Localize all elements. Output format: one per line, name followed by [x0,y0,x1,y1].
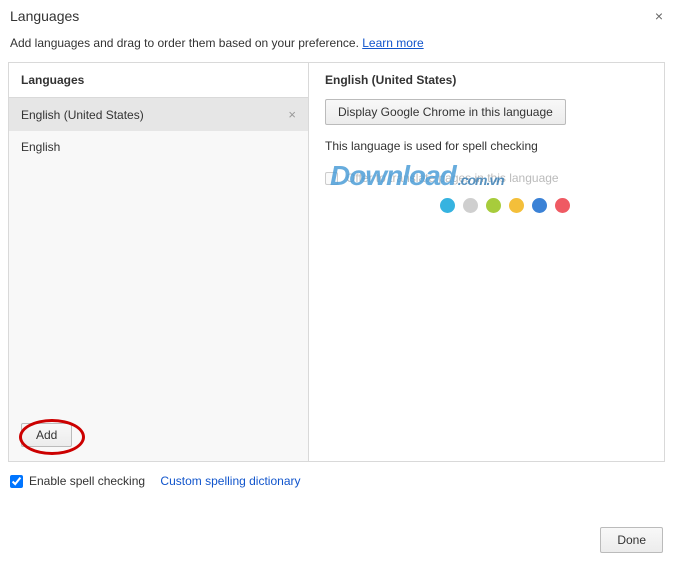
selected-language-header: English (United States) [325,73,648,87]
spell-check-note: This language is used for spell checking [325,139,648,153]
languages-panel: Languages English (United States) × Engl… [8,62,665,462]
remove-language-icon[interactable]: × [288,107,296,122]
subtitle-text: Add languages and drag to order them bas… [10,36,362,50]
offer-translate-label: Offer to translate pages in this languag… [346,171,559,185]
languages-list: English (United States) × English [9,98,308,413]
display-chrome-button[interactable]: Display Google Chrome in this language [325,99,566,125]
enable-spell-label: Enable spell checking [29,474,145,488]
language-item-label: English [21,140,60,154]
language-item[interactable]: English [9,131,308,163]
language-item[interactable]: English (United States) × [9,98,308,131]
add-language-button[interactable]: Add [21,423,72,447]
language-item-label: English (United States) [21,108,144,122]
language-detail-pane: English (United States) Display Google C… [309,63,664,461]
custom-dictionary-link[interactable]: Custom spelling dictionary [160,474,300,488]
learn-more-link[interactable]: Learn more [362,36,423,50]
languages-list-header: Languages [9,63,308,98]
dialog-subtitle: Add languages and drag to order them bas… [10,36,665,50]
enable-spell-checkbox[interactable] [10,475,23,488]
done-button[interactable]: Done [600,527,663,553]
close-icon[interactable]: × [655,8,663,24]
footer-row: Enable spell checking Custom spelling di… [10,474,665,488]
offer-translate-checkbox [325,172,338,185]
offer-translate-row: Offer to translate pages in this languag… [325,171,648,185]
dialog-title: Languages [10,8,665,24]
languages-list-pane: Languages English (United States) × Engl… [9,63,309,461]
